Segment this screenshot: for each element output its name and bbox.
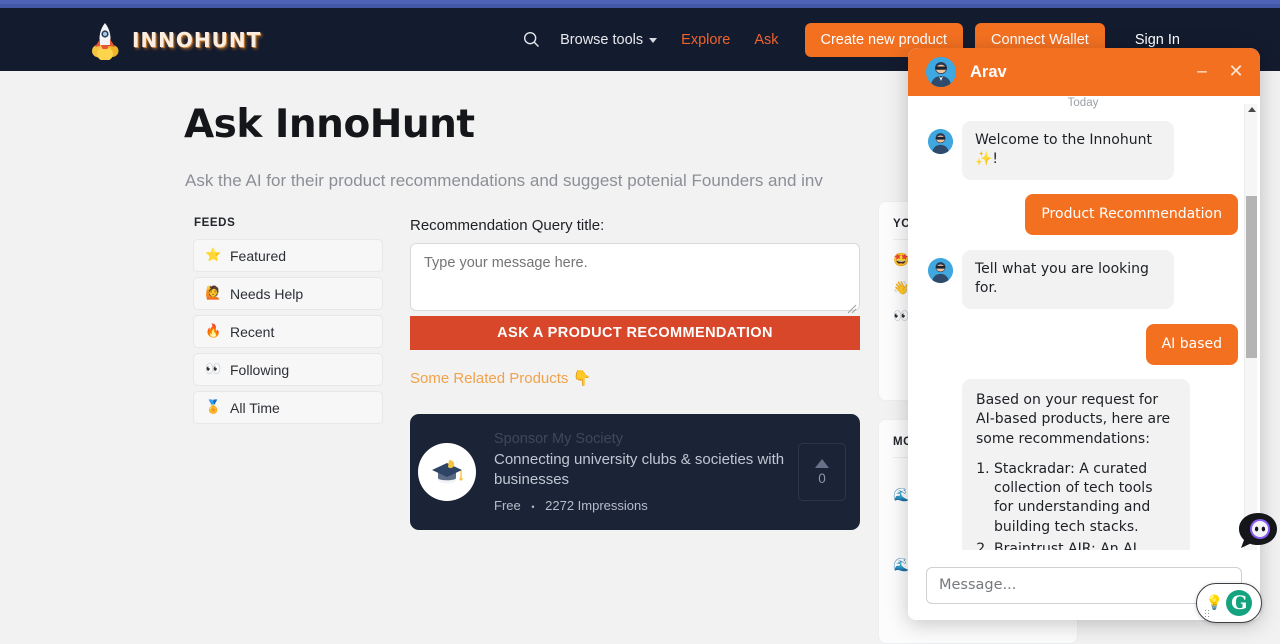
- chat-message-list[interactable]: Today Welcome to the Innohunt ✨! Product…: [908, 96, 1260, 550]
- top-accent-strip: [0, 0, 1280, 8]
- upvote-triangle-icon: [815, 458, 829, 468]
- chat-scrollbar[interactable]: [1244, 104, 1257, 550]
- agent-avatar-icon: [926, 57, 956, 87]
- recommendations-list: Stackradar: A curated collection of tech…: [994, 460, 1176, 550]
- chat-widget: Arav ‒ ✕ Today Welcome to the Innohunt ✨…: [908, 48, 1260, 620]
- sidebar-item-following[interactable]: 👀 Following: [193, 353, 383, 386]
- chat-message-user: AI based: [928, 323, 1238, 365]
- sidebar-item-recent[interactable]: 🔥 Recent: [193, 315, 383, 348]
- feeds-sidebar: FEEDS ⭐ Featured 🙋 Needs Help 🔥 Recent 👀…: [193, 217, 383, 429]
- close-icon[interactable]: ✕: [1226, 63, 1246, 81]
- agent-avatar-icon: [928, 129, 953, 154]
- grammarly-logo-icon[interactable]: G: [1226, 590, 1253, 616]
- ask-recommendation-button[interactable]: ASK A PRODUCT RECOMMENDATION: [410, 316, 860, 350]
- brand-name: INNOHUNT: [132, 27, 262, 52]
- sidebar-item-label: All Time: [230, 399, 280, 416]
- related-products-link[interactable]: Some Related Products 👇: [410, 369, 860, 387]
- agent-avatar-icon: [928, 257, 953, 283]
- upvote-button[interactable]: 0: [798, 443, 846, 501]
- chat-bubble-text: Welcome to the Innohunt ✨!: [962, 121, 1174, 180]
- vote-count: 0: [818, 470, 826, 486]
- meta-separator: •: [531, 502, 535, 512]
- recommendation-item: Stackradar: A curated collection of tech…: [994, 460, 1176, 537]
- sponsor-description: Connecting university clubs & societies …: [494, 450, 785, 488]
- medal-icon: 🏅: [205, 400, 222, 415]
- drag-handle-icon[interactable]: [1204, 609, 1211, 617]
- chat-message-agent: Based on your request for AI-based produ…: [928, 378, 1238, 550]
- chat-message-agent: Welcome to the Innohunt ✨!: [928, 121, 1238, 180]
- chat-message-input[interactable]: [926, 566, 1242, 604]
- sponsor-price: Free: [494, 498, 521, 514]
- brand-logo[interactable]: INNOHUNT: [88, 20, 261, 60]
- sign-in-link[interactable]: Sign In: [1135, 32, 1180, 48]
- search-icon[interactable]: [514, 25, 548, 55]
- chat-launcher-icon[interactable]: [1238, 512, 1278, 550]
- scroll-up-arrow-icon[interactable]: [1248, 107, 1256, 112]
- chat-bubble-text: Product Recommendation: [1025, 193, 1238, 235]
- grammarly-widget[interactable]: 💡 G: [1196, 583, 1262, 623]
- sidebar-item-label: Featured: [230, 247, 287, 264]
- chat-message-user: Product Recommendation: [928, 193, 1238, 235]
- page-title: Ask InnoHunt: [184, 102, 475, 147]
- chat-header-actions: ‒ ✕: [1192, 63, 1246, 81]
- emoji-icon: 👀: [893, 309, 910, 324]
- rocket-icon: [88, 20, 122, 60]
- query-title-label: Recommendation Query title:: [410, 217, 605, 234]
- recommendation-item: Braintrust AIR: An AI recruiter that ass…: [994, 540, 1176, 550]
- app-root: INNOHUNT Browse tools Explore Ask Create…: [0, 0, 1280, 644]
- scrollbar-thumb[interactable]: [1246, 196, 1257, 358]
- minimize-icon[interactable]: ‒: [1192, 63, 1212, 81]
- sponsor-product-card[interactable]: Sponsor My Society Connecting university…: [410, 414, 860, 530]
- chat-header: Arav ‒ ✕: [908, 48, 1260, 96]
- sidebar-item-featured[interactable]: ⭐ Featured: [193, 239, 383, 272]
- nav-explore[interactable]: Explore: [669, 24, 742, 56]
- emoji-icon: 🌊: [893, 558, 910, 573]
- chevron-down-icon: [649, 38, 658, 43]
- chat-bubble-text: AI based: [1145, 323, 1238, 365]
- nav-ask[interactable]: Ask: [742, 24, 790, 56]
- sponsor-meta: Free • 2272 Impressions: [494, 498, 798, 513]
- sidebar-item-needs-help[interactable]: 🙋 Needs Help: [193, 277, 383, 310]
- sidebar-item-all-time[interactable]: 🏅 All Time: [193, 391, 383, 424]
- raising-hand-icon: 🙋: [205, 286, 222, 301]
- chat-message-agent: Tell what you are looking for.: [928, 249, 1238, 309]
- nav-browse-tools-label: Browse tools: [560, 31, 644, 48]
- emoji-icon: 🌊: [893, 488, 910, 503]
- nav-browse-tools[interactable]: Browse tools: [548, 24, 669, 56]
- sponsor-card-body: Sponsor My Society Connecting university…: [494, 431, 798, 514]
- fire-icon: 🔥: [205, 324, 222, 339]
- chat-agent-name: Arav: [970, 62, 1007, 81]
- chat-bubble-recommendations: Based on your request for AI-based produ…: [962, 378, 1190, 550]
- chat-daystamp: Today: [1067, 97, 1099, 109]
- sidebar-item-label: Recent: [230, 323, 275, 340]
- sidebar-item-label: Following: [230, 361, 290, 378]
- page-subtitle: Ask the AI for their product recommendat…: [185, 171, 823, 190]
- recommendation-query-form: Recommendation Query title: ASK A PRODUC…: [410, 217, 860, 387]
- sidebar-item-label: Needs Help: [230, 285, 304, 302]
- star-icon: ⭐: [205, 248, 222, 263]
- emoji-icon: 🤩: [893, 253, 910, 268]
- chat-bubble-text: Tell what you are looking for.: [962, 249, 1174, 309]
- feeds-heading: FEEDS: [194, 217, 236, 229]
- eyes-icon: 👀: [205, 362, 222, 377]
- graduation-cap-icon: [418, 443, 476, 501]
- sponsor-name: Sponsor My Society: [494, 430, 623, 447]
- sponsor-impressions: 2272 Impressions: [545, 498, 648, 514]
- query-input[interactable]: [410, 243, 860, 311]
- recommendations-intro: Based on your request for AI-based produ…: [976, 391, 1171, 447]
- emoji-icon: 👋: [893, 281, 910, 296]
